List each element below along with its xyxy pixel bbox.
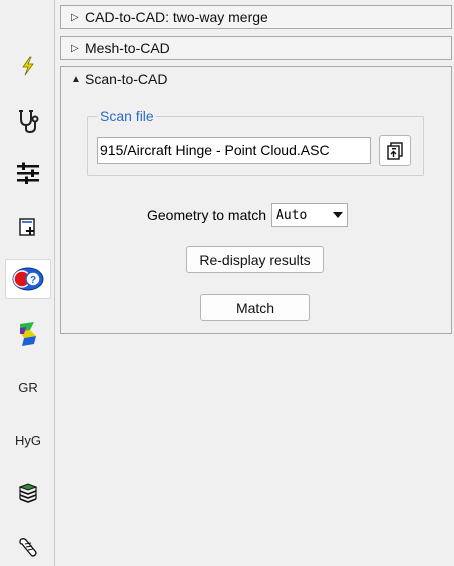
redisplay-results-label: Re-display results — [199, 251, 311, 268]
match-label: Match — [235, 299, 275, 316]
geometry-select[interactable]: Auto — [271, 203, 349, 227]
browse-file-icon — [387, 141, 403, 160]
scan-file-path-field[interactable]: 915/Aircraft Hinge - Point Cloud.ASC — [97, 137, 371, 164]
toolbar-item-scan-match[interactable]: ? — [5, 259, 51, 299]
collapse-arrow-icon: ▲ — [71, 73, 81, 85]
section-scan-to-cad-header[interactable]: ▲ Scan-to-CAD — [71, 71, 167, 87]
redisplay-results-button[interactable]: Re-display results — [186, 246, 324, 273]
stack-icon — [18, 483, 38, 503]
toolbar-item-gr[interactable]: GR — [5, 367, 51, 407]
scan-match-icon: ? — [12, 267, 44, 291]
expand-arrow-icon: ▷ — [71, 42, 79, 54]
toolbar-item-diagnose[interactable] — [5, 101, 51, 141]
left-toolbar: ? GR HyG — [0, 0, 55, 566]
expand-arrow-icon: ▷ — [71, 11, 79, 23]
stethoscope-icon — [19, 110, 39, 134]
chevron-down-icon — [333, 212, 344, 218]
svg-text:?: ? — [30, 275, 36, 286]
scan-file-title: Scan file — [98, 108, 156, 124]
geometry-row: Geometry to match Auto — [147, 203, 349, 227]
content-panel: ▷ CAD-to-CAD: two-way merge ▷ Mesh-to-CA… — [57, 0, 454, 566]
geometry-label: Geometry to match — [147, 207, 267, 223]
add-layer-icon — [19, 218, 35, 236]
section-mesh-to-cad[interactable]: ▷ Mesh-to-CAD — [60, 36, 452, 60]
toolbar-item-adjust[interactable] — [5, 153, 51, 193]
toolbar-item-lightning[interactable] — [5, 46, 51, 86]
section-cad-to-cad[interactable]: ▷ CAD-to-CAD: two-way merge — [60, 5, 452, 29]
match-button[interactable]: Match — [200, 294, 310, 321]
section-cad-to-cad-label: CAD-to-CAD: two-way merge — [85, 9, 268, 25]
section-mesh-to-cad-label: Mesh-to-CAD — [85, 40, 170, 56]
toolbar-item-hyg[interactable]: HyG — [5, 420, 51, 460]
geometry-select-value: Auto — [276, 207, 308, 223]
lightning-icon — [22, 56, 34, 76]
surface-layers-icon — [20, 322, 36, 346]
section-scan-to-cad-label: Scan-to-CAD — [85, 71, 168, 87]
sliders-icon — [17, 162, 39, 184]
scan-file-group: Scan file 915/Aircraft Hinge - Point Clo… — [87, 108, 424, 176]
toolbar-item-stack[interactable] — [5, 474, 51, 514]
toolbar-item-surfaces[interactable] — [5, 314, 51, 354]
toolbar-hyg-label: HyG — [15, 432, 41, 448]
toolbar-gr-label: GR — [18, 379, 38, 395]
browse-file-button[interactable] — [379, 135, 411, 166]
toolbar-item-add[interactable] — [5, 207, 51, 247]
app-root: ? GR HyG ▷ CAD-to-CAD: two-way merge ▷ M… — [0, 0, 454, 566]
scroll-icon — [19, 538, 37, 557]
section-scan-to-cad: ▲ Scan-to-CAD Scan file 915/Aircraft Hin… — [60, 66, 452, 334]
toolbar-item-script[interactable] — [5, 527, 51, 566]
